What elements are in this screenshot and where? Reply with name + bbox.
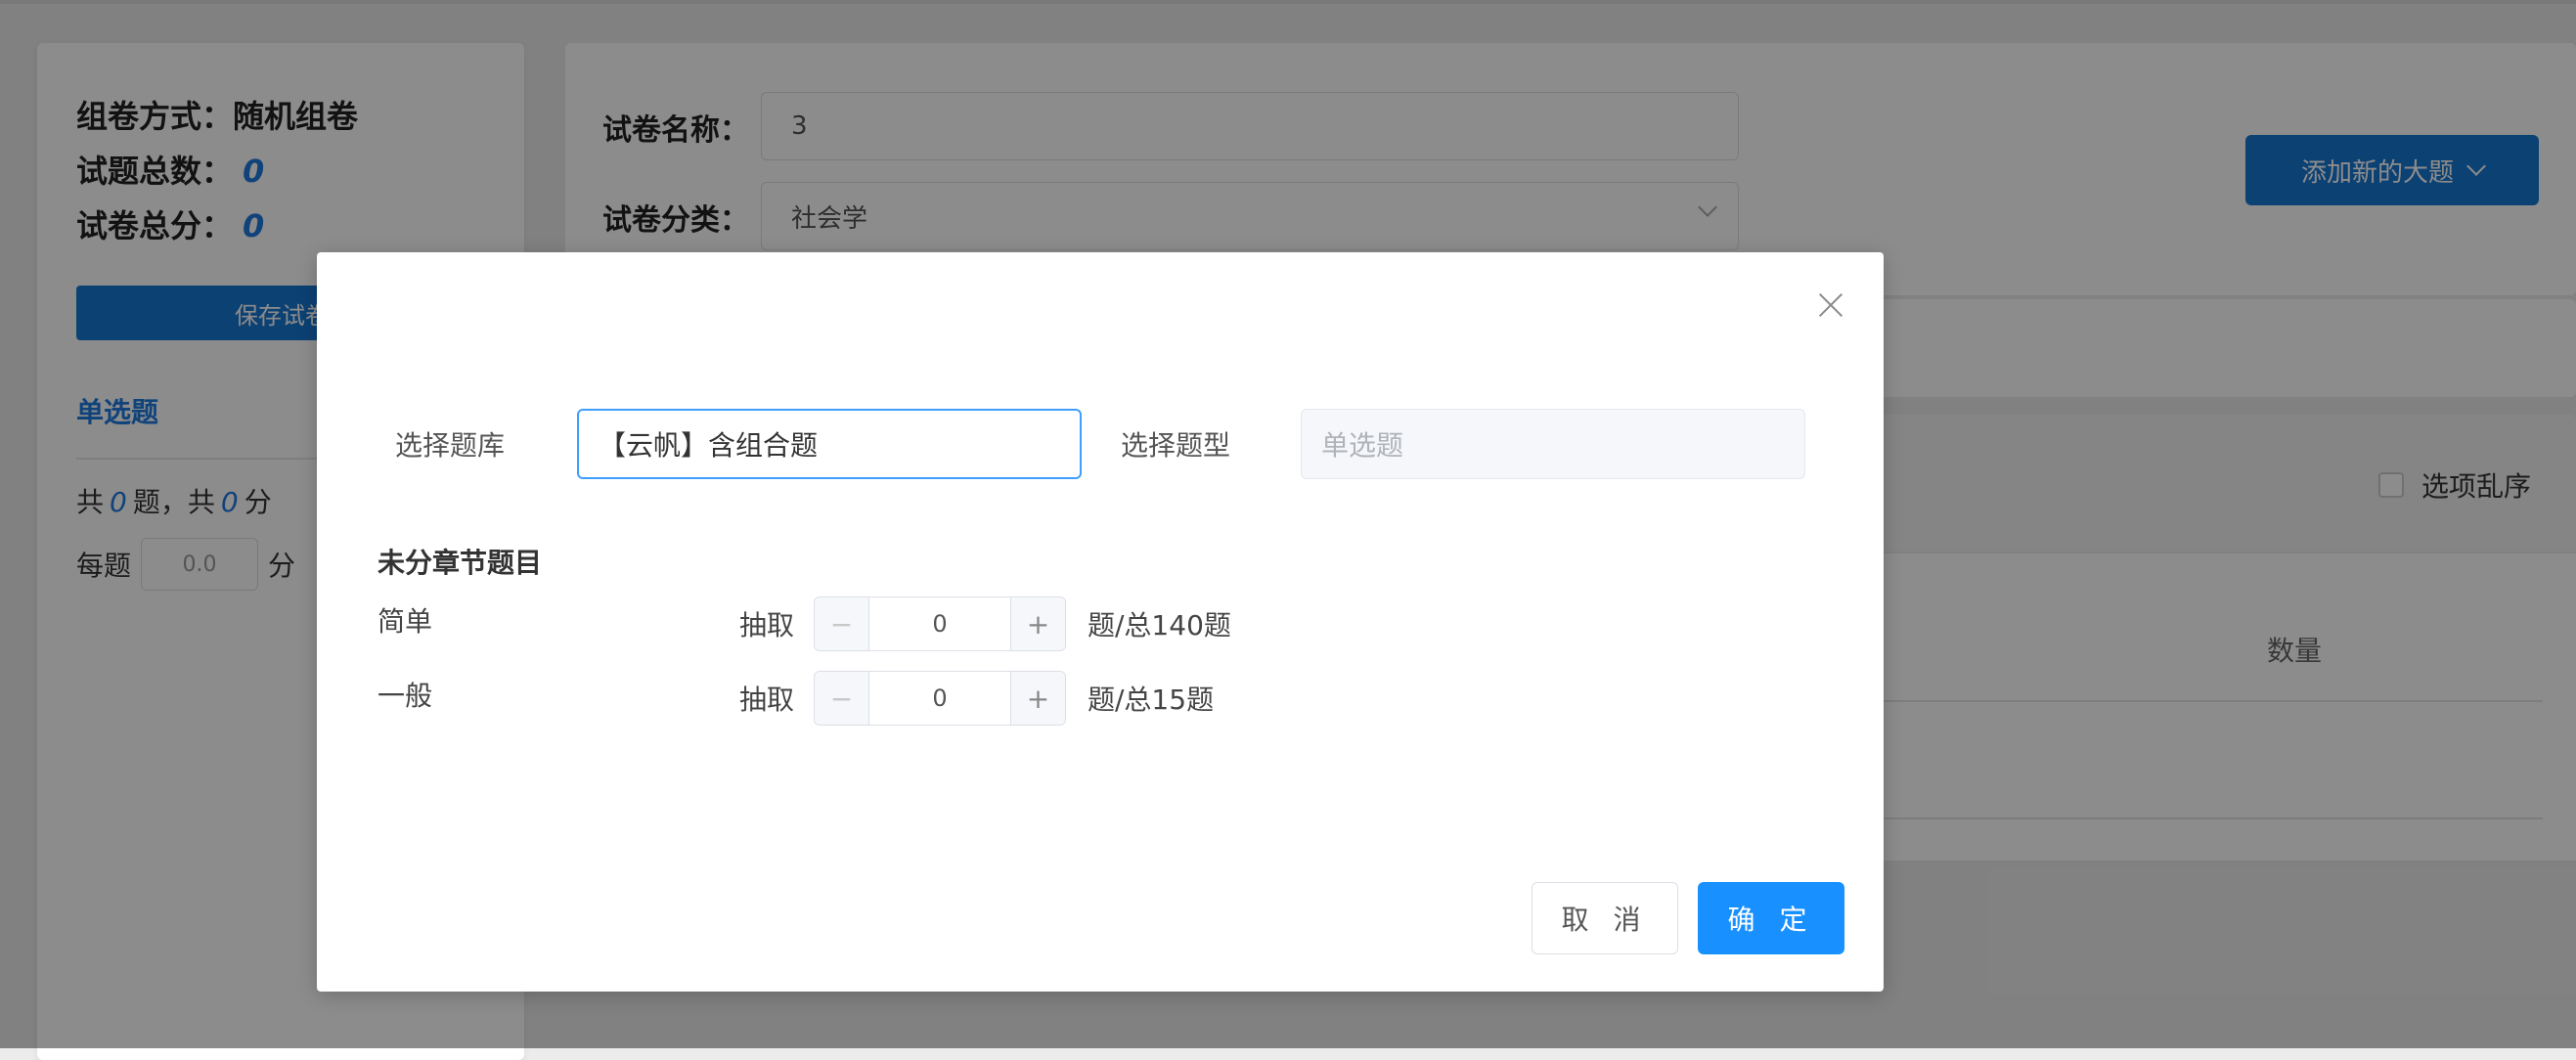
plus-icon[interactable]: + <box>1010 597 1065 650</box>
close-icon[interactable] <box>1817 291 1844 319</box>
bank-select[interactable]: 【云帆】含组合题 <box>577 409 1082 479</box>
difficulty-label: 简单 <box>378 605 433 638</box>
quantity-input[interactable]: 0 <box>869 597 1010 650</box>
minus-icon[interactable]: − <box>815 672 869 725</box>
unsectioned-title: 未分章节题目 <box>378 547 543 579</box>
plus-icon[interactable]: + <box>1010 672 1065 725</box>
quantity-stepper: − 0 + <box>814 596 1066 651</box>
random-pick-dialog: 选择题库 【云帆】含组合题 选择题型 单选题 未分章节题目 简单 抽取 − 0 … <box>317 252 1884 992</box>
minus-icon[interactable]: − <box>815 597 869 650</box>
total-available: 题/总140题 <box>1088 609 1231 641</box>
quantity-input[interactable]: 0 <box>869 672 1010 725</box>
quantity-stepper: − 0 + <box>814 671 1066 726</box>
bank-value: 【云帆】含组合题 <box>599 429 819 462</box>
extract-label: 抽取 <box>739 684 795 716</box>
total-available: 题/总15题 <box>1088 684 1215 716</box>
extract-label: 抽取 <box>739 609 795 641</box>
difficulty-label: 一般 <box>378 680 433 712</box>
cancel-button[interactable]: 取 消 <box>1532 882 1678 954</box>
question-type-label: 选择题型 <box>1121 429 1231 462</box>
question-type-input: 单选题 <box>1301 409 1805 479</box>
bank-label: 选择题库 <box>395 429 506 462</box>
confirm-button[interactable]: 确 定 <box>1698 882 1844 954</box>
question-type-placeholder: 单选题 <box>1321 429 1404 462</box>
